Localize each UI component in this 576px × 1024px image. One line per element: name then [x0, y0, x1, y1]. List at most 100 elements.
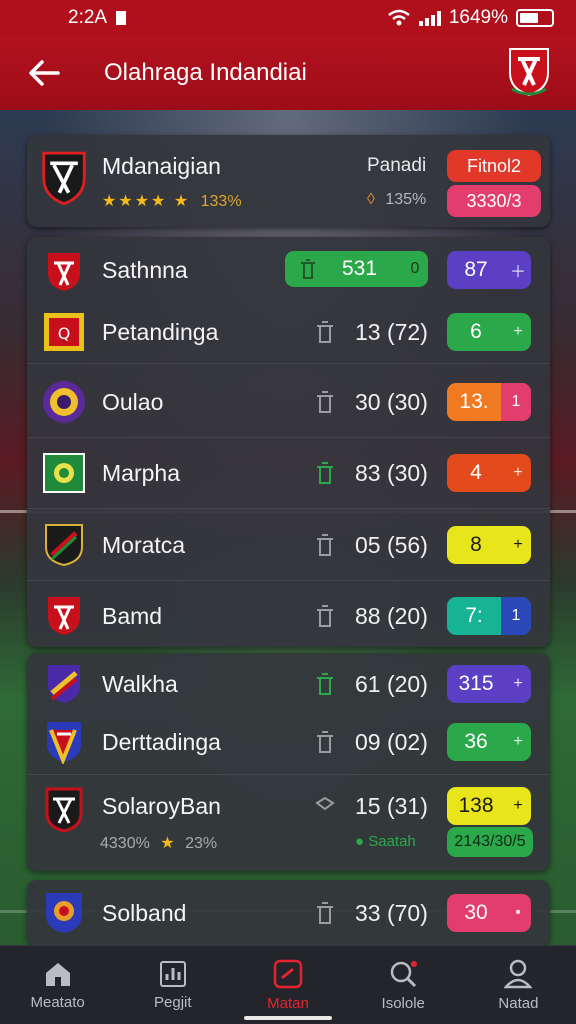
sub-stats: 4330% ★ 23%	[100, 835, 218, 852]
list-item[interactable]: Moratca 05 (56) 8 +	[27, 520, 550, 570]
match-score: 30 (30)	[355, 389, 428, 415]
odds-pill[interactable]: 30 •	[447, 894, 531, 932]
nav-home[interactable]: Meatato	[0, 946, 115, 1024]
home-icon	[45, 962, 70, 986]
team-crest	[41, 151, 87, 206]
odds-pill[interactable]: 8 +	[447, 526, 531, 564]
trash-icon[interactable]	[314, 901, 336, 925]
odds-pill[interactable]: 4 +	[447, 454, 531, 492]
match-score: 15 (31)	[355, 793, 428, 819]
shield-crest-icon	[42, 151, 86, 206]
featured-label: Panadi	[367, 155, 427, 176]
shield-crest-icon	[48, 597, 80, 635]
shield-crest-icon	[45, 524, 83, 567]
team-name: Marpha	[102, 460, 180, 486]
round-crest-icon	[43, 381, 85, 423]
nav-profile[interactable]: Natad	[461, 946, 576, 1024]
odds-pill[interactable]: 6 +	[447, 313, 531, 351]
wifi-icon	[388, 9, 410, 26]
match-score: 13 (72)	[355, 319, 428, 345]
trash-icon[interactable]	[314, 461, 336, 485]
team-crest	[41, 787, 87, 833]
app-header: Olahraga Indandiai	[0, 36, 576, 110]
team-name: Sathnna	[102, 257, 188, 283]
nav-live[interactable]: Matan	[230, 946, 345, 1024]
rating-percent: 133%	[200, 193, 242, 210]
odds-pill[interactable]: 315 +	[447, 665, 531, 703]
user-icon	[504, 959, 533, 988]
trash-icon[interactable]	[314, 320, 336, 344]
trash-icon[interactable]	[314, 672, 336, 696]
team-crest: Q	[41, 309, 87, 355]
odds-pill[interactable]: 36 +	[447, 723, 531, 761]
shield-crest-icon	[47, 722, 81, 764]
shield-crest-icon	[45, 787, 83, 833]
featured-team-name: Mdanaigian	[102, 153, 221, 179]
fixture-badge[interactable]: Fitnol2	[447, 150, 541, 182]
trash-icon[interactable]	[314, 533, 336, 557]
trash-icon[interactable]	[314, 390, 336, 414]
team-name: Derttadinga	[102, 729, 221, 755]
featured-rating: ★★★★ ★ 133%	[102, 191, 242, 211]
match-score: 61 (20)	[355, 671, 428, 697]
divider	[27, 580, 550, 581]
list-item[interactable]: Q Petandinga 13 (72) 6 +	[27, 307, 550, 357]
signal-icon	[418, 10, 441, 26]
shield-crest-icon	[46, 893, 82, 933]
match-score: 05 (56)	[355, 532, 428, 558]
odds-pill[interactable]: 7: 1	[447, 597, 531, 635]
trash-icon[interactable]	[314, 604, 336, 628]
svg-text:Q: Q	[58, 324, 71, 343]
team-crest	[41, 661, 87, 707]
status-bar: 2:2A 1649%	[0, 0, 576, 36]
team-name: Oulao	[102, 389, 164, 415]
odds-pill[interactable]: 87 ＋	[447, 251, 531, 289]
flame-icon: ◊	[367, 191, 375, 208]
status-time: 2:2A	[68, 7, 108, 28]
square-crest-icon	[43, 453, 85, 493]
match-score: 09 (02)	[355, 729, 428, 755]
rating-stars: ★★★★ ★	[102, 193, 191, 210]
sub-pill[interactable]: 2143/30/5	[447, 827, 533, 857]
featured-meta: ◊ 135%	[367, 191, 427, 208]
list-item[interactable]: Bamd 88 (20) 7: 1	[27, 591, 550, 641]
page-title: Olahraga Indandiai	[104, 59, 307, 86]
list-item[interactable]: Oulao 30 (30) 13. 1	[27, 377, 550, 427]
divider	[27, 774, 550, 775]
featured-match-card[interactable]: Mdanaigian ★★★★ ★ 133% Panadi ◊ 135% Fit…	[27, 135, 550, 227]
points-badge[interactable]: 3330/3	[447, 185, 541, 217]
list-item[interactable]: Marpha 83 (30) 4 +	[27, 448, 550, 498]
list-item[interactable]: Solband 33 (70) 30 •	[27, 888, 550, 938]
arrow-left-icon	[29, 60, 60, 86]
battery-icon	[516, 9, 554, 27]
match-score: 33 (70)	[355, 900, 428, 926]
team-crest	[41, 593, 87, 639]
back-button[interactable]	[24, 53, 64, 93]
nav-search[interactable]: Isolole	[346, 946, 461, 1024]
team-crest	[41, 249, 87, 295]
list-item[interactable]: SolaroyBan 15 (31) 138 + 4330% ★ 23% ● S…	[27, 781, 550, 865]
shield-logo-icon	[509, 47, 549, 96]
standings-list-a: Sathnna 531 0 87 ＋ Q Petandinga 13 (72) …	[27, 237, 550, 647]
odds-pill[interactable]: 13. 1	[447, 383, 531, 421]
shield-outline-icon[interactable]	[314, 795, 336, 819]
list-item[interactable]: Walkha 61 (20) 315 +	[27, 659, 550, 709]
live-icon	[273, 959, 303, 988]
search-icon	[390, 960, 418, 987]
list-item[interactable]: Sathnna 531 0 87 ＋	[27, 245, 550, 295]
dot-icon: ●	[355, 833, 365, 850]
divider	[27, 363, 550, 364]
nav-stats[interactable]: Pegjit	[115, 946, 230, 1024]
match-score: 88 (20)	[355, 603, 428, 629]
team-name: Solband	[102, 900, 187, 926]
trash-icon	[301, 259, 315, 279]
standings-list-b: Walkha 61 (20) 315 + Derttadinga 09 (02)…	[27, 653, 550, 871]
list-item[interactable]: Derttadinga 09 (02) 36 +	[27, 717, 550, 767]
standings-list-c: Solband 33 (70) 30 •	[27, 880, 550, 946]
score-pill[interactable]: 531 0	[285, 251, 428, 287]
club-logo[interactable]	[506, 45, 552, 102]
odds-pill[interactable]: 138 +	[447, 787, 531, 825]
trash-icon[interactable]	[314, 730, 336, 754]
team-crest	[41, 890, 87, 936]
divider	[27, 437, 550, 438]
